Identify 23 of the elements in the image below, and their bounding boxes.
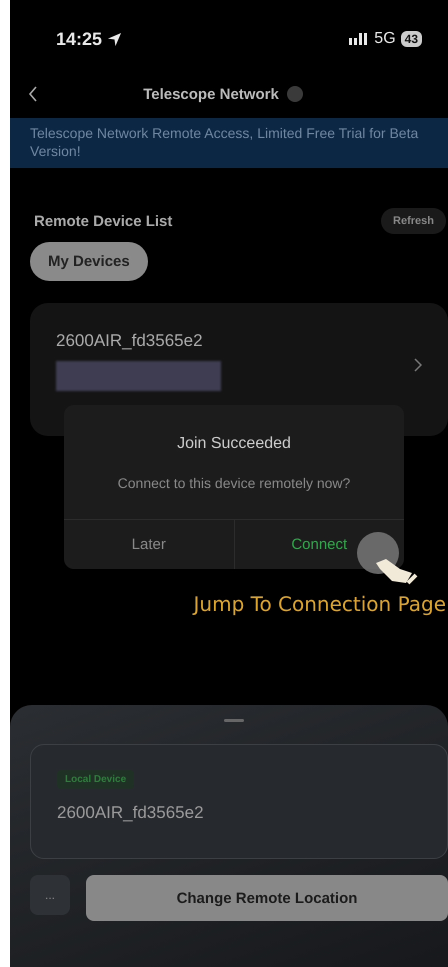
battery-level: 43	[400, 31, 422, 47]
back-icon[interactable]	[28, 86, 38, 102]
info-icon[interactable]	[286, 86, 303, 102]
local-device-tag: Local Device	[57, 770, 134, 789]
more-button[interactable]: ...	[30, 875, 70, 915]
device-name: 2600AIR_fd3565e2	[57, 803, 205, 823]
filter-tab[interactable]: My Devices	[30, 242, 148, 281]
section-heading: Remote Device List	[34, 212, 172, 230]
dialog-title: Join Succeeded	[176, 435, 292, 453]
network-type: 5G	[374, 30, 396, 48]
dialog-message: Connect to this device remotely now?	[116, 475, 352, 491]
refresh-button[interactable]: Refresh	[381, 208, 446, 234]
drag-handle[interactable]	[224, 719, 244, 722]
change-location-button[interactable]: Change Remote Location	[86, 875, 448, 921]
trial-banner: Telescope Network Remote Access, Limited Free Trial for Beta Version!	[10, 118, 448, 168]
clock-time: 14:25	[56, 28, 102, 50]
page-title: Telescope Network	[143, 86, 279, 102]
later-button[interactable]: Later	[64, 520, 234, 569]
chevron-right-icon	[414, 358, 422, 372]
location-arrow-icon	[107, 32, 122, 46]
device-name: 2600AIR_fd3565e2	[56, 331, 204, 351]
signal-icon	[349, 33, 370, 45]
annotation-caption: Jump To Connection Page	[194, 592, 446, 616]
